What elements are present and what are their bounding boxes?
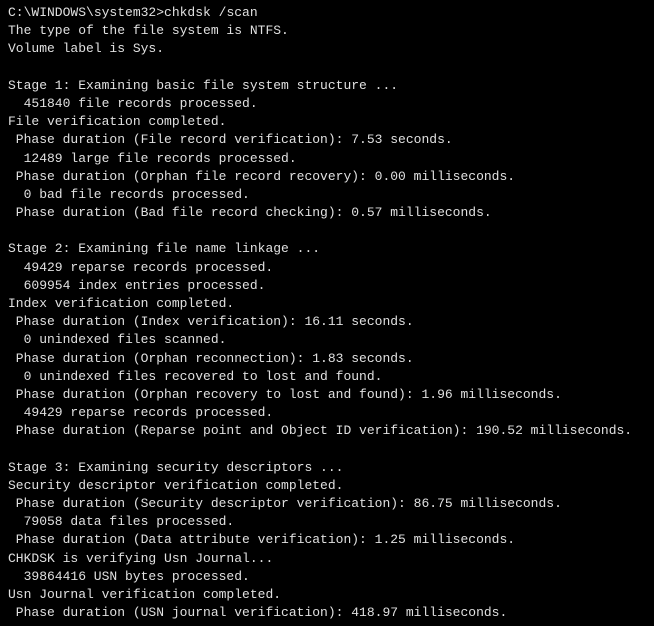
stage3-usn-verif: CHKDSK is verifying Usn Journal... — [8, 550, 646, 568]
prompt-line: C:\WINDOWS\system32>chkdsk /scan — [8, 4, 646, 22]
stage1-bad-files: 0 bad file records processed. — [8, 186, 646, 204]
stage2-unindexed-recovered: 0 unindexed files recovered to lost and … — [8, 368, 646, 386]
volume-label-line: Volume label is Sys. — [8, 40, 646, 58]
stage3-usn-complete: Usn Journal verification completed. — [8, 586, 646, 604]
stage2-index-verif: Index verification completed. — [8, 295, 646, 313]
blank-line — [8, 222, 646, 240]
stage1-phase-bad: Phase duration (Bad file record checking… — [8, 204, 646, 222]
stage1-large-files: 12489 large file records processed. — [8, 150, 646, 168]
prompt-command: chkdsk /scan — [164, 5, 258, 20]
stage1-phase-orphan: Phase duration (Orphan file record recov… — [8, 168, 646, 186]
stage1-file-verif: File verification completed. — [8, 113, 646, 131]
stage2-reparse: 49429 reparse records processed. — [8, 259, 646, 277]
stage3-phase-data: Phase duration (Data attribute verificat… — [8, 531, 646, 549]
stage1-file-records: 451840 file records processed. — [8, 95, 646, 113]
blank-line — [8, 59, 646, 77]
stage3-title: Stage 3: Examining security descriptors … — [8, 459, 646, 477]
stage2-phase-orphan-lost: Phase duration (Orphan recovery to lost … — [8, 386, 646, 404]
stage3-data-files: 79058 data files processed. — [8, 513, 646, 531]
stage3-phase-sec: Phase duration (Security descriptor veri… — [8, 495, 646, 513]
stage2-title: Stage 2: Examining file name linkage ... — [8, 240, 646, 258]
fs-type-line: The type of the file system is NTFS. — [8, 22, 646, 40]
stage3-phase-usn: Phase duration (USN journal verification… — [8, 604, 646, 622]
stage2-index: 609954 index entries processed. — [8, 277, 646, 295]
blank-line — [8, 441, 646, 459]
stage2-phase-reparse: Phase duration (Reparse point and Object… — [8, 422, 646, 440]
stage3-usn-bytes: 39864416 USN bytes processed. — [8, 568, 646, 586]
stage2-unindexed: 0 unindexed files scanned. — [8, 331, 646, 349]
stage1-title: Stage 1: Examining basic file system str… — [8, 77, 646, 95]
stage3-sec-verif: Security descriptor verification complet… — [8, 477, 646, 495]
stage2-phase-index: Phase duration (Index verification): 16.… — [8, 313, 646, 331]
stage2-phase-orphan-reconn: Phase duration (Orphan reconnection): 1.… — [8, 350, 646, 368]
prompt-path: C:\WINDOWS\system32> — [8, 5, 164, 20]
stage1-phase-file-record: Phase duration (File record verification… — [8, 131, 646, 149]
stage2-reparse2: 49429 reparse records processed. — [8, 404, 646, 422]
